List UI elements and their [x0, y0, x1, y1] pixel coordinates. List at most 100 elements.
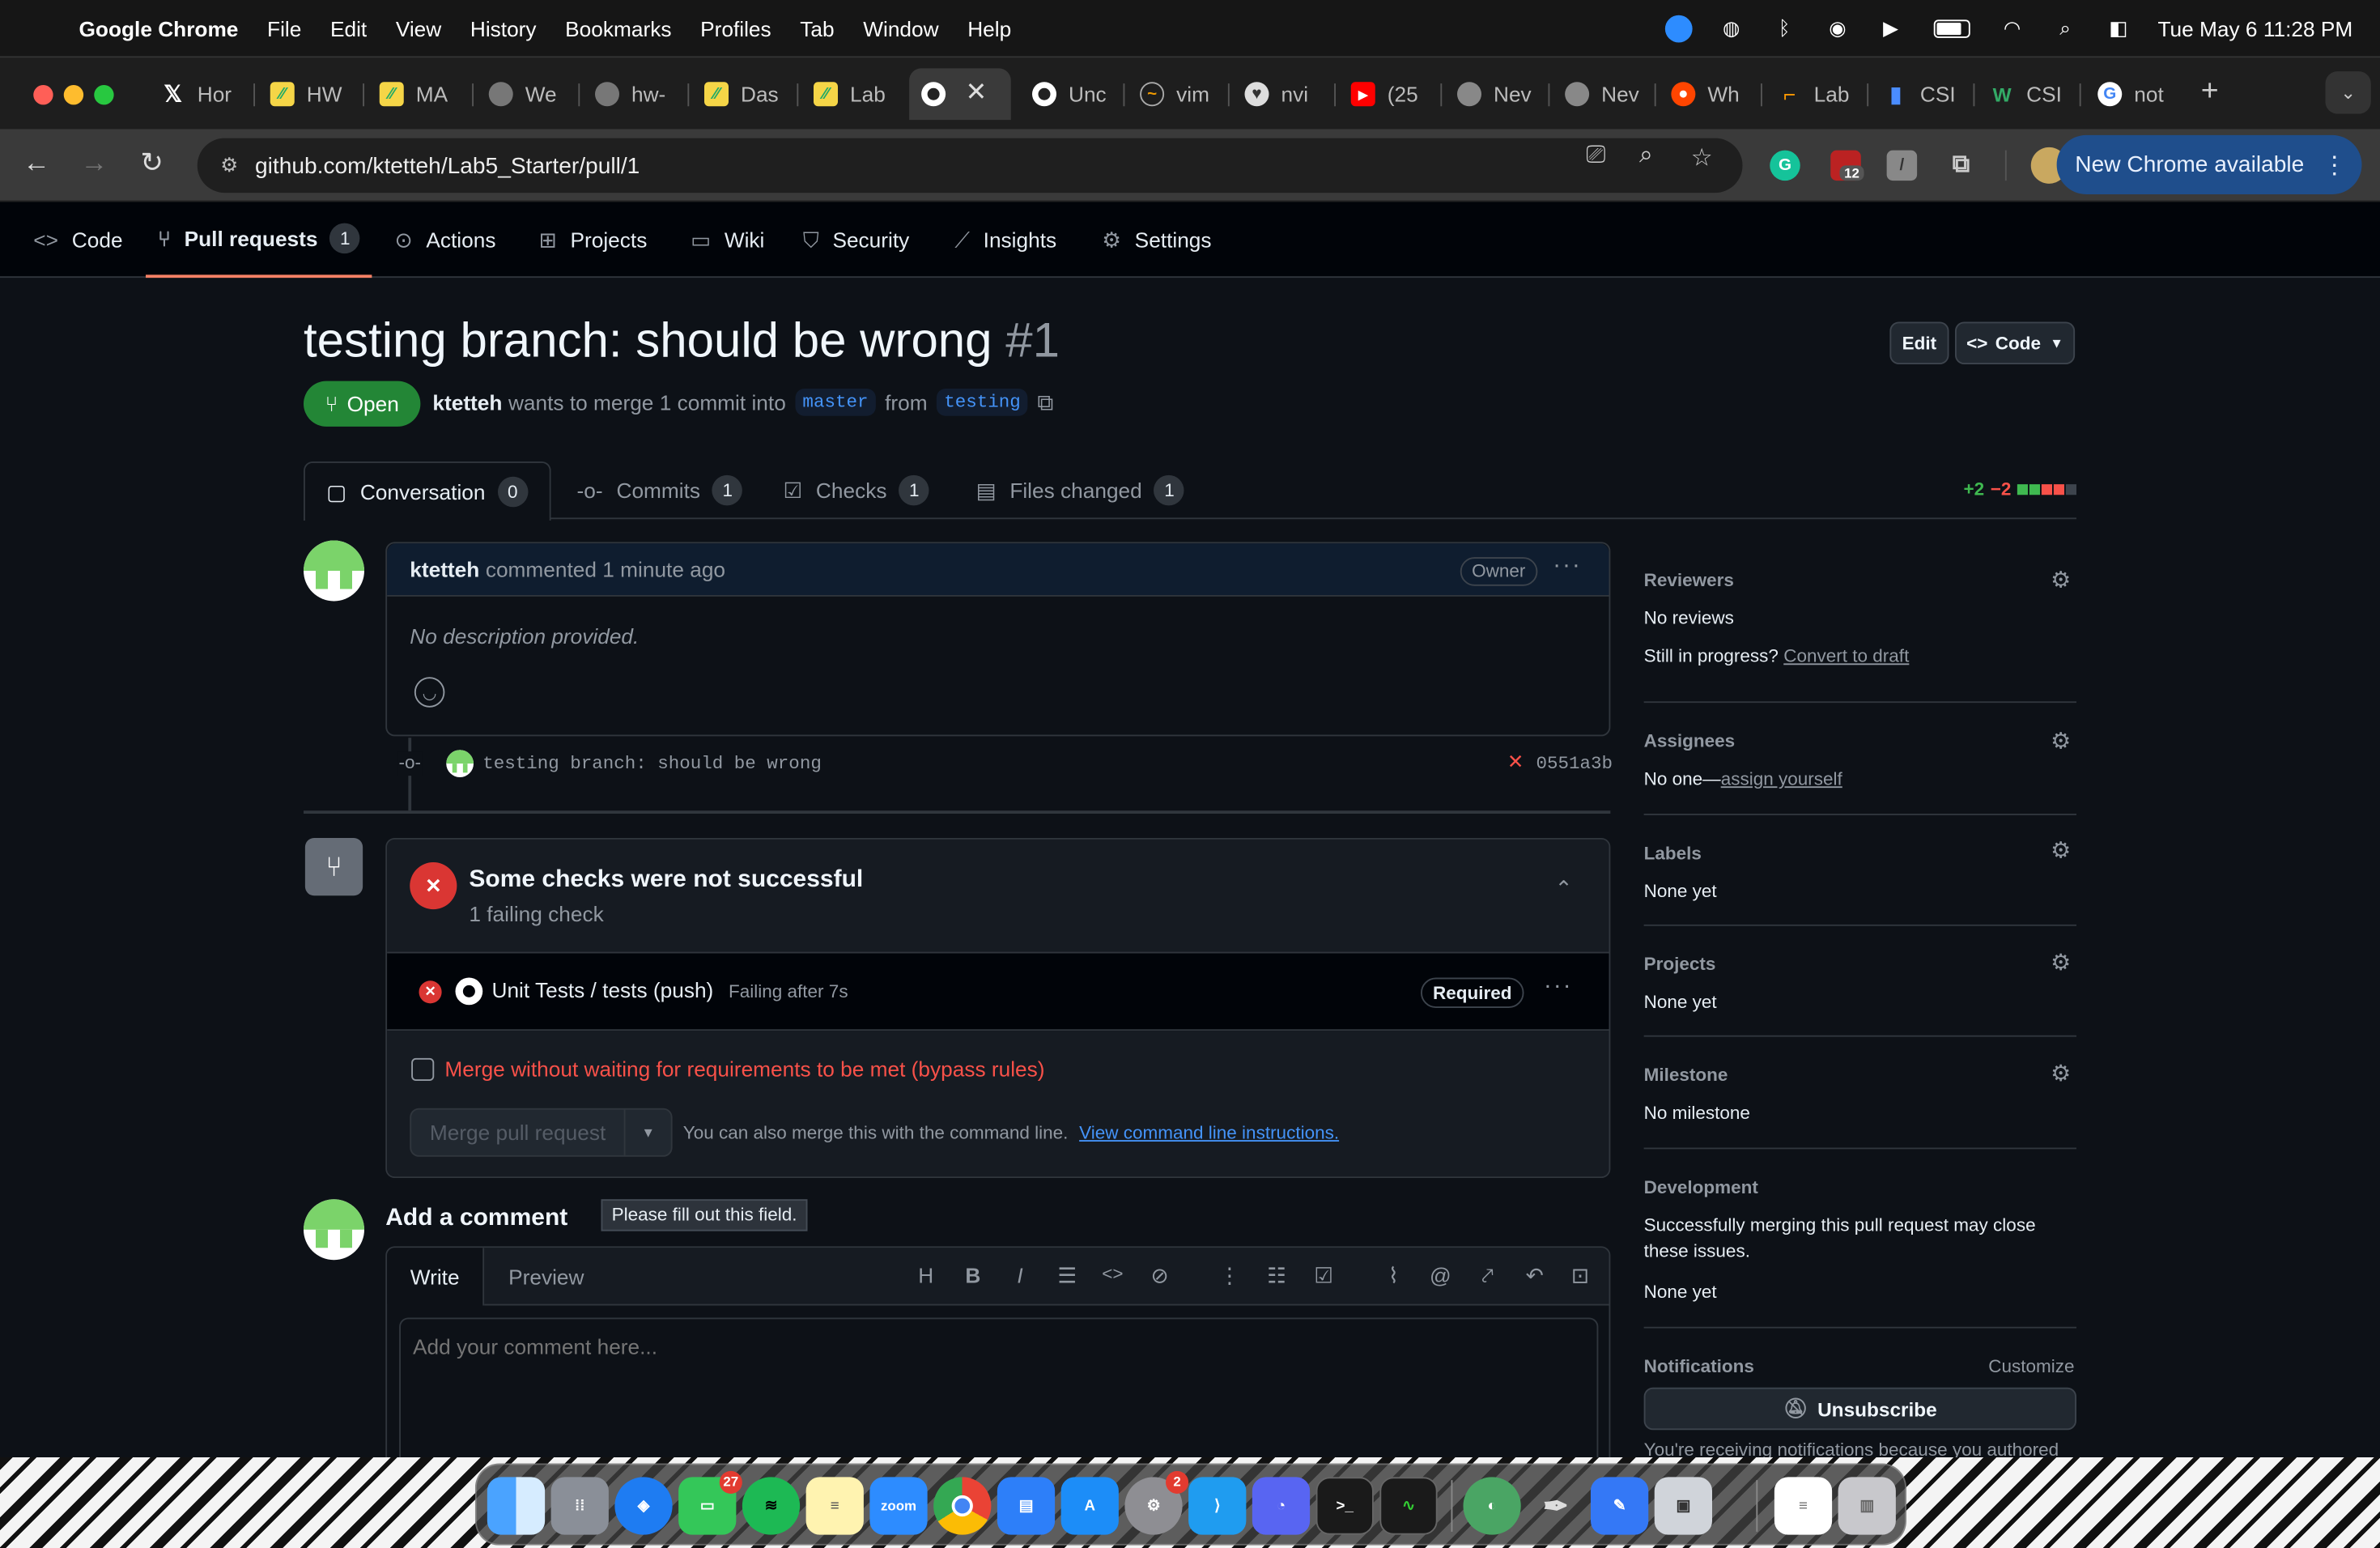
tab-commits[interactable]: -o- Commits 1 — [577, 461, 743, 519]
launchpad-icon[interactable]: ⁞⁞ — [550, 1477, 609, 1535]
app-store-icon[interactable]: A — [1060, 1477, 1119, 1535]
activity-monitor-icon[interactable]: ∿ — [1379, 1477, 1438, 1535]
document-icon[interactable]: ≡ — [1774, 1477, 1833, 1535]
forward-button[interactable]: → — [76, 147, 113, 179]
labels-heading[interactable]: Labels — [1644, 843, 1702, 864]
browser-tab[interactable]: Nev — [1553, 68, 1647, 120]
cross-reference-icon[interactable]: ⤤ — [1474, 1263, 1502, 1289]
repo-nav-pull-requests[interactable]: ⑂ Pull requests 1 — [146, 202, 372, 279]
italic-icon[interactable]: I — [1006, 1263, 1034, 1287]
milestone-heading[interactable]: Milestone — [1644, 1064, 1728, 1085]
comment-author[interactable]: ktetteh — [410, 557, 479, 581]
reviewers-heading[interactable]: Reviewers — [1644, 569, 1734, 590]
customize-link[interactable]: Customize — [1988, 1355, 2074, 1376]
merge-options-dropdown[interactable]: ▼ — [623, 1109, 671, 1155]
safari-icon[interactable]: ◈ — [614, 1477, 673, 1535]
repo-nav-wiki[interactable]: ▭ Wiki — [691, 202, 764, 278]
assign-yourself-link[interactable]: assign yourself — [1721, 768, 1842, 789]
browser-tab[interactable]: ~ vim — [1128, 68, 1222, 120]
repo-nav-settings[interactable]: ⚙ Settings — [1102, 202, 1211, 278]
zoom-app-icon[interactable]: zoom — [869, 1477, 928, 1535]
world-clock-icon[interactable]: ◐ — [1463, 1477, 1521, 1535]
address-bar[interactable]: ⚙ github.com/ktetteh/Lab5_Starter/pull/1 — [197, 138, 1743, 194]
browser-tab[interactable]: We — [477, 68, 571, 120]
pen-tool-icon[interactable]: ✒ — [1527, 1477, 1584, 1534]
grammarly-icon[interactable]: G — [1770, 150, 1800, 181]
kebab-menu-icon[interactable]: ··· — [1544, 973, 1573, 1001]
browser-tab[interactable]: Nev — [1445, 68, 1539, 120]
url-text[interactable]: github.com/ktetteh/Lab5_Starter/pull/1 — [255, 152, 640, 178]
commit-sha-link[interactable]: 0551a3b — [1536, 753, 1613, 774]
back-button[interactable]: ← — [19, 147, 55, 179]
browser-tab-active[interactable]: ✕ — [909, 68, 1011, 121]
code-dropdown-button[interactable]: <> Code ▼ — [1955, 321, 2076, 364]
head-branch[interactable]: testing — [936, 389, 1029, 416]
heading-icon[interactable]: H — [912, 1263, 940, 1287]
copy-icon[interactable]: ⧉ — [1037, 389, 1053, 415]
task-list-icon[interactable]: ☑ — [1310, 1263, 1337, 1289]
site-info-icon[interactable]: ⚙ — [203, 153, 255, 177]
repo-nav-code[interactable]: <> Code — [33, 202, 122, 278]
avatar[interactable] — [304, 1199, 364, 1261]
repo-nav-projects[interactable]: ⊞ Projects — [539, 202, 648, 278]
bold-icon[interactable]: B — [959, 1263, 987, 1287]
pr-author-link[interactable]: ktetteh — [432, 390, 502, 415]
smiley-icon[interactable]: ◡ — [414, 677, 445, 708]
browser-tab[interactable]: hw- — [583, 68, 677, 120]
discord-icon[interactable]: ◔ — [1252, 1477, 1311, 1535]
browser-tab[interactable]: ⁄⁄ MA — [368, 68, 461, 120]
ordered-list-icon[interactable]: ⋮ — [1216, 1263, 1243, 1289]
extensions-puzzle-icon[interactable]: ⧉ — [1946, 151, 1977, 181]
wifi-icon[interactable]: ◠ — [1999, 15, 2026, 42]
preview-icon[interactable]: ▣ — [1654, 1477, 1712, 1535]
code-icon[interactable]: <> — [1099, 1263, 1127, 1284]
zoom-icon[interactable] — [1664, 14, 1692, 42]
menu-history[interactable]: History — [470, 16, 537, 40]
browser-tab[interactable]: ● Wh — [1659, 68, 1753, 120]
unordered-list-icon[interactable]: ☷ — [1263, 1263, 1290, 1289]
cli-instructions-link[interactable]: View command line instructions. — [1079, 1122, 1339, 1143]
menu-file[interactable]: File — [267, 16, 301, 40]
system-settings-icon[interactable]: ⚙ 2 — [1124, 1470, 1189, 1535]
messages-icon[interactable]: ▭ 27 — [678, 1470, 742, 1535]
link-icon[interactable]: ⊘ — [1146, 1263, 1174, 1289]
browser-tab[interactable]: ▶ (25 — [1339, 68, 1433, 120]
repo-nav-insights[interactable]: ⟋ Insights — [954, 202, 1056, 278]
bluetooth-icon[interactable]: ᛒ — [1770, 15, 1798, 42]
keynote-icon[interactable]: ▤ — [997, 1477, 1056, 1535]
install-app-icon[interactable]: ⎚ — [1586, 142, 1605, 170]
projects-heading[interactable]: Projects — [1644, 954, 1716, 975]
checks-summary[interactable]: ✕ Some checks were not successful 1 fail… — [387, 839, 1609, 954]
repo-nav-actions[interactable]: ⊙ Actions — [395, 202, 496, 278]
vscode-icon[interactable]: ⟩ — [1188, 1477, 1247, 1535]
menu-profiles[interactable]: Profiles — [700, 16, 771, 40]
menu-clock[interactable]: Tue May 6 11:28 PM — [2157, 16, 2352, 40]
bookmark-star-icon[interactable]: ☆ — [1691, 142, 1713, 173]
kebab-menu-icon[interactable]: ··· — [1553, 553, 1582, 580]
check-name[interactable]: Unit Tests / tests (push) — [492, 978, 714, 1002]
tab-checks[interactable]: ☑ Checks 1 — [784, 461, 929, 519]
reply-icon[interactable]: ↶ — [1521, 1263, 1549, 1289]
tab-search-button[interactable]: ⌄ — [2325, 71, 2371, 114]
browser-tab[interactable]: ▮ CSI — [1872, 68, 1966, 120]
browser-tab[interactable]: ♥ nvi — [1233, 68, 1327, 120]
menu-view[interactable]: View — [396, 16, 441, 40]
reload-button[interactable]: ↻ — [134, 147, 170, 179]
menu-help[interactable]: Help — [967, 16, 1011, 40]
airdrop-icon[interactable]: ◉ — [1824, 15, 1851, 42]
chevron-up-icon[interactable]: ⌃ — [1554, 876, 1572, 902]
browser-tab[interactable]: ⌐ Lab — [1766, 68, 1859, 120]
new-chrome-available-button[interactable]: New Chrome available ⋮ — [2056, 134, 2362, 194]
check-row[interactable]: ✕ Unit Tests / tests (push) Failing afte… — [387, 953, 1609, 1031]
trash-icon[interactable]: ▥ — [1838, 1477, 1896, 1535]
repo-nav-security[interactable]: ⛉ Security — [803, 202, 909, 278]
extension-icon[interactable]: 12 — [1830, 150, 1864, 181]
merge-pull-request-button[interactable]: Merge pull request — [411, 1110, 624, 1155]
spotify-icon[interactable]: ≋ — [742, 1477, 801, 1535]
new-tab-button[interactable]: + — [2201, 74, 2219, 109]
avatar[interactable] — [304, 540, 364, 602]
tab-conversation[interactable]: ▢ Conversation 0 — [304, 461, 551, 521]
browser-tab[interactable]: Unc — [1020, 68, 1114, 120]
comment-timestamp[interactable]: commented 1 minute ago — [486, 557, 725, 581]
bypass-rules-label[interactable]: Merge without waiting for requirements t… — [444, 1057, 1044, 1081]
